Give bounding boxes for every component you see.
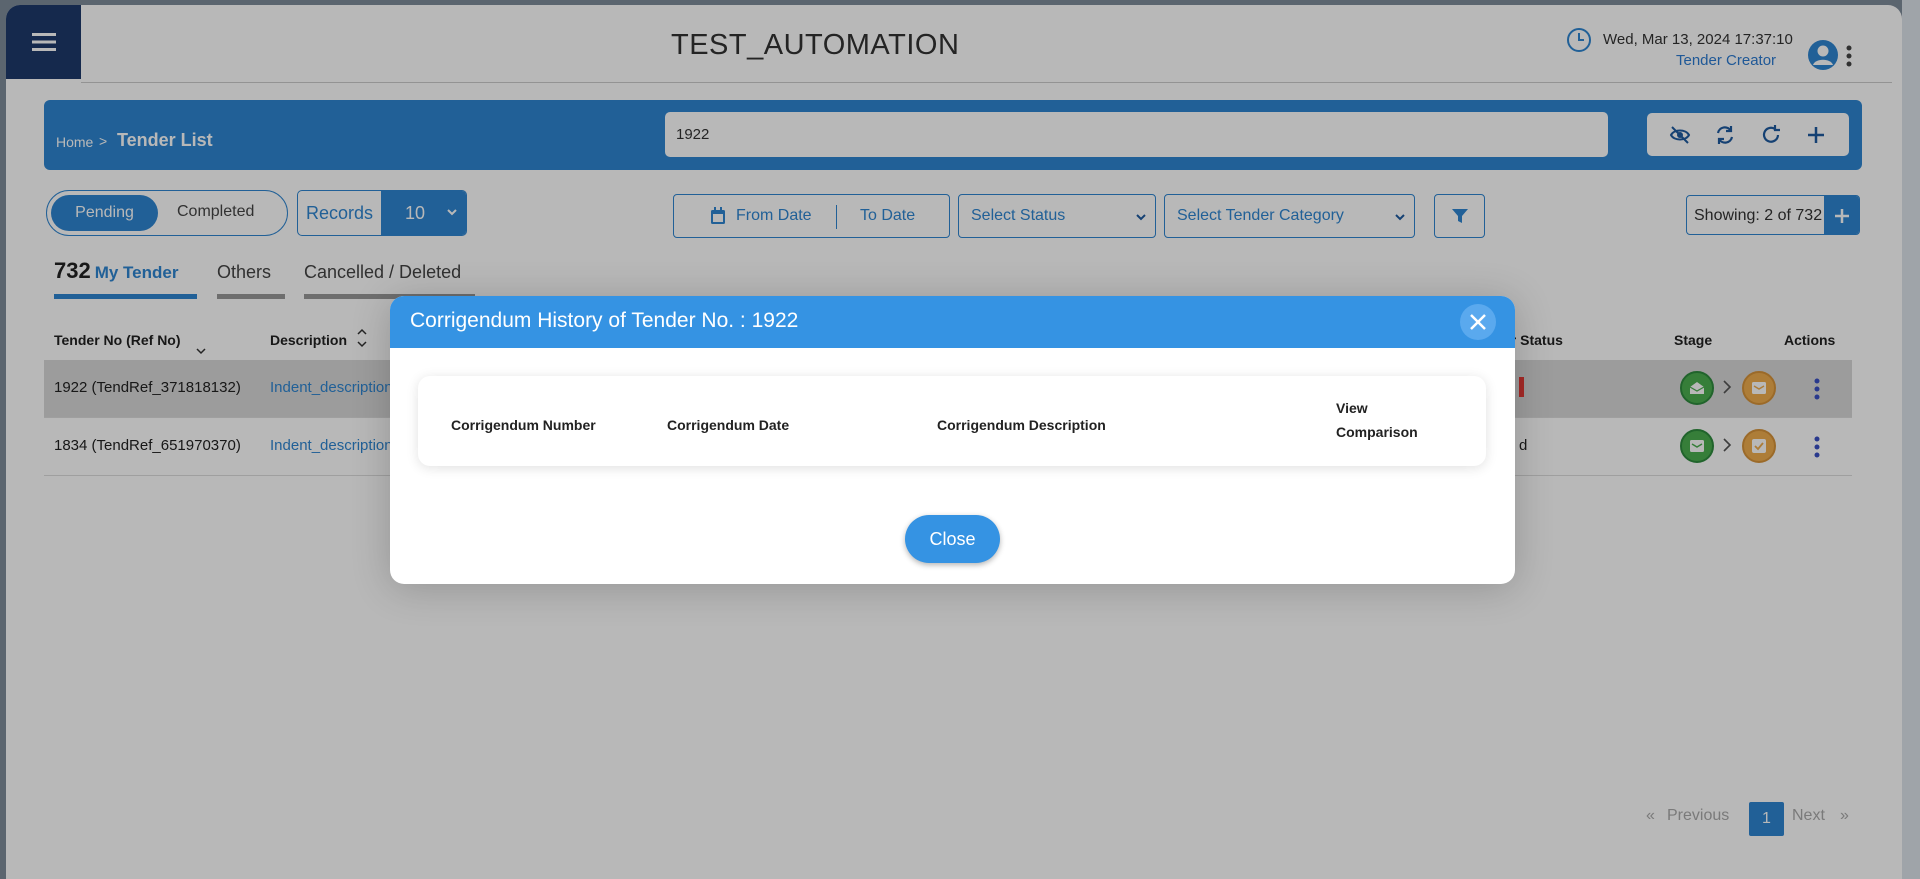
modal-header: Corrigendum History of Tender No. : 1922 (390, 296, 1515, 348)
corrigendum-history-modal: Corrigendum History of Tender No. : 1922… (390, 296, 1515, 584)
close-button[interactable]: Close (905, 515, 1000, 563)
corrigendum-table: Corrigendum Number Corrigendum Date Corr… (418, 376, 1486, 466)
col-view-comparison-line1: View (1336, 400, 1368, 416)
col-view-comparison-line2: Comparison (1336, 424, 1418, 440)
modal-title: Corrigendum History of Tender No. : 1922 (410, 309, 799, 332)
col-corrigendum-number: Corrigendum Number (451, 417, 596, 433)
close-icon (1470, 314, 1486, 330)
modal-close-button[interactable] (1460, 304, 1496, 340)
col-corrigendum-date: Corrigendum Date (667, 417, 790, 433)
col-corrigendum-description: Corrigendum Description (937, 417, 1106, 433)
